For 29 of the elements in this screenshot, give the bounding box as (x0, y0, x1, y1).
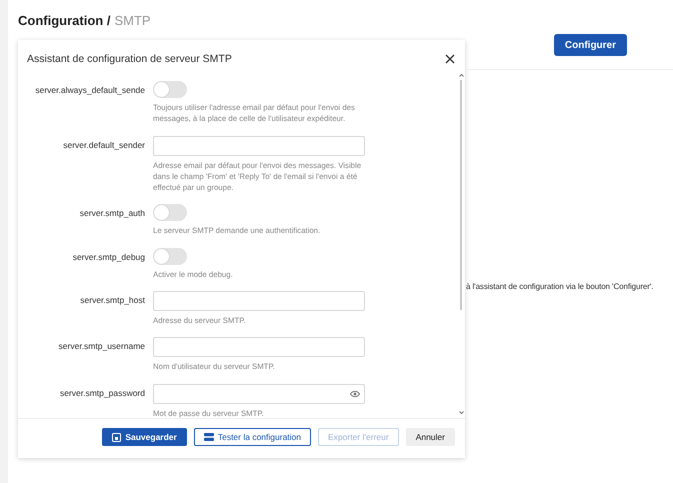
instruction-text: à l'assistant de configuration via le bouton 'Configurer'. (466, 282, 654, 291)
text-field[interactable] (153, 291, 365, 312)
text-field[interactable] (153, 136, 365, 156)
field-label: server.smtp_password (58, 386, 145, 400)
text-field[interactable] (153, 337, 365, 358)
field-label: server.smtp_auth (78, 207, 145, 220)
server-icon (204, 433, 214, 441)
scroll-up-icon[interactable] (458, 74, 464, 77)
save-icon (112, 432, 122, 442)
configure-button[interactable]: Configurer (554, 34, 627, 56)
dialog-title: Assistant de configuration de serveur SMTP (27, 53, 232, 65)
eye-icon[interactable] (350, 390, 360, 398)
field-label: server.default_sender (62, 138, 145, 152)
scrollbar-thumb[interactable] (460, 80, 462, 310)
dialog-button[interactable]: Sauvegarder (102, 428, 187, 446)
dialog-button[interactable]: Tester la configuration (194, 428, 312, 446)
breadcrumb-page: SMTP (114, 13, 151, 28)
field-label: server.smtp_debug (72, 250, 145, 264)
toggle-switch[interactable] (153, 204, 187, 222)
toggle-switch[interactable] (153, 248, 187, 265)
field-label: server.always_default_sende (34, 84, 145, 97)
field-label: server.smtp_username (58, 340, 145, 354)
field-label: server.smtp_host (79, 294, 145, 308)
dialog-button[interactable]: Annuler (406, 428, 455, 446)
toggle-switch[interactable] (153, 81, 187, 98)
close-icon[interactable] (445, 54, 455, 64)
password-field[interactable] (153, 384, 365, 404)
scroll-down-icon[interactable] (458, 411, 464, 414)
breadcrumb-section[interactable]: Configuration / (18, 13, 110, 28)
